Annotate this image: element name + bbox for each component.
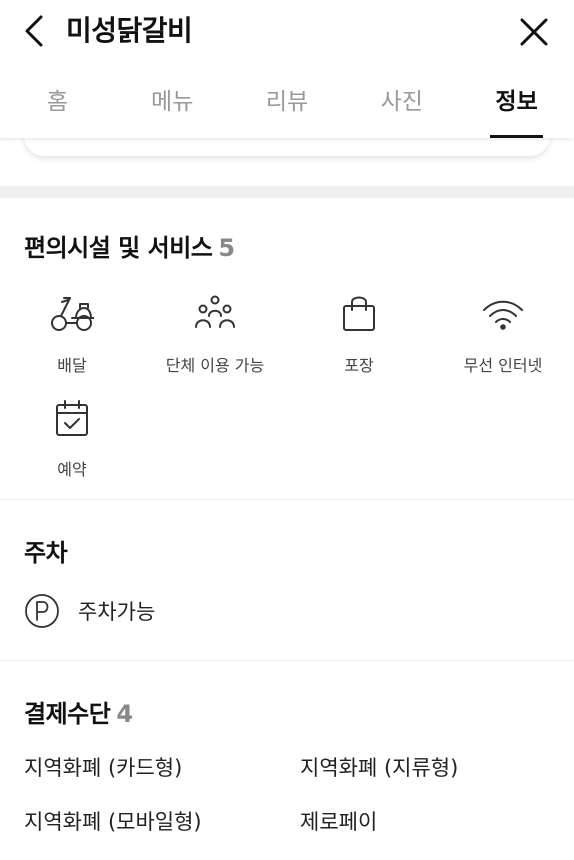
scooter-icon — [51, 297, 94, 331]
wifi-icon — [483, 300, 523, 330]
tab-home[interactable]: 홈 — [0, 70, 115, 138]
facility-label: 예약 — [57, 460, 87, 479]
payment-method: 지역화폐 (지류형) — [300, 756, 459, 780]
facility-wifi: 무선 인터넷 — [431, 292, 574, 376]
facility-label: 무선 인터넷 — [463, 356, 543, 375]
page-title: 미성닭갈비 — [66, 14, 193, 47]
payment-method: 제로페이 — [300, 810, 378, 834]
facility-group: 단체 이용 가능 — [143, 292, 287, 376]
facility-takeout: 포장 — [287, 292, 431, 376]
group-icon — [195, 295, 235, 328]
parking-icon — [25, 594, 59, 628]
close-icon — [520, 18, 548, 46]
payment-title: 결제수단 4 — [24, 694, 133, 729]
facilities-section: 편의시설 및 서비스 5 배달 단체 이용 가능 포장 무선 인터넷 예약 — [0, 198, 574, 500]
facilities-title: 편의시설 및 서비스 5 — [24, 228, 235, 263]
parking-section: 주차 주차가능 — [0, 501, 574, 661]
facility-label: 배달 — [57, 356, 87, 375]
tab-menu[interactable]: 메뉴 — [115, 70, 230, 138]
facilities-title-text: 편의시설 및 서비스 — [24, 234, 213, 262]
payment-method: 지역화폐 (모바일형) — [24, 810, 202, 834]
payment-title-text: 결제수단 — [24, 700, 111, 728]
facility-label: 단체 이용 가능 — [165, 356, 265, 375]
parking-row: 주차가능 — [24, 593, 155, 629]
facility-reservation: 예약 — [0, 396, 144, 480]
section-divider — [0, 186, 574, 198]
payment-count: 4 — [116, 700, 133, 728]
bag-icon — [343, 296, 375, 331]
payment-section: 결제수단 4 지역화폐 (카드형) 지역화폐 (지류형) 지역화폐 (모바일형) … — [0, 662, 574, 860]
calendar-check-icon — [56, 400, 88, 436]
facility-delivery: 배달 — [0, 292, 144, 376]
back-button[interactable] — [18, 12, 50, 50]
close-button[interactable] — [514, 12, 554, 52]
payment-method: 지역화폐 (카드형) — [24, 756, 183, 780]
tab-reviews[interactable]: 리뷰 — [230, 70, 345, 138]
facilities-count: 5 — [218, 234, 235, 262]
parking-label: 주차가능 — [78, 600, 156, 624]
tab-photos[interactable]: 사진 — [344, 70, 459, 138]
tab-info[interactable]: 정보 — [459, 70, 574, 138]
tab-bar: 홈 메뉴 리뷰 사진 정보 — [0, 70, 574, 138]
facility-label: 포장 — [344, 356, 374, 375]
chevron-left-icon — [25, 15, 43, 47]
parking-title: 주차 — [24, 539, 68, 567]
top-bar: 미성닭갈비 — [0, 0, 574, 62]
